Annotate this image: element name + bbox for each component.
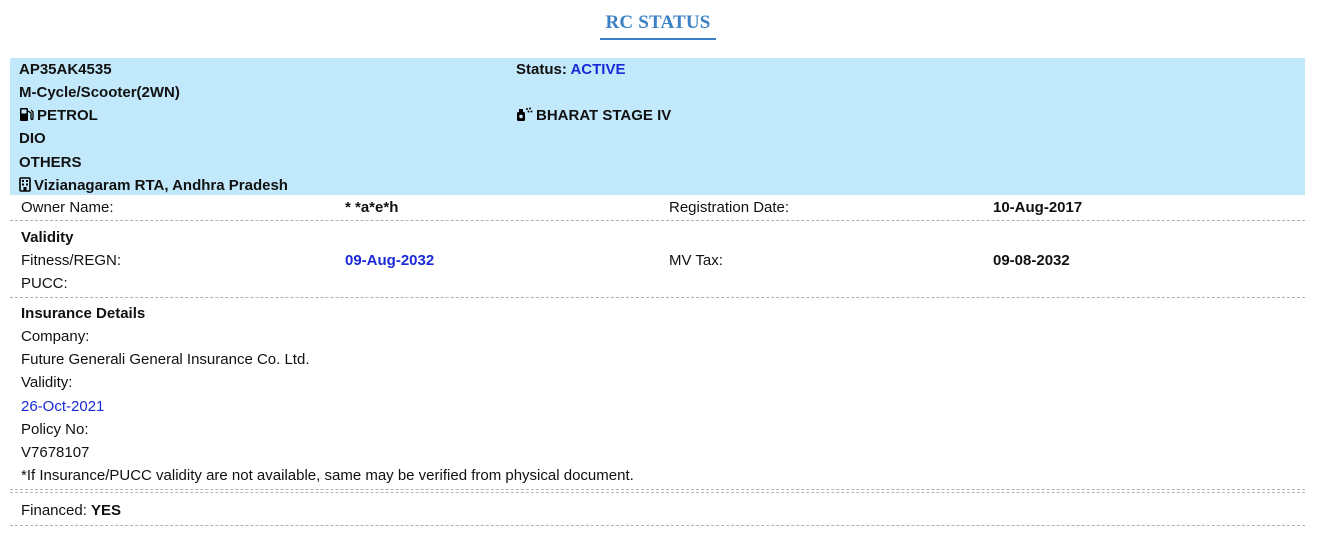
financed-line: Financed: YES xyxy=(21,502,121,520)
fitness-value: 09-Aug-2032 xyxy=(345,252,435,269)
rto-name: Vizianagaram RTA, Andhra Pradesh xyxy=(34,177,288,194)
vehicle-model: DIO xyxy=(19,130,46,147)
insurance-heading: Insurance Details xyxy=(21,305,146,322)
registration-date-value: 10-Aug-2017 xyxy=(993,199,1083,216)
vehicle-summary-banner: AP35AK4535 Status: ACTIVE M-Cycle/Scoote… xyxy=(10,58,1305,195)
emission-line: BHARAT STAGE IV xyxy=(516,107,671,127)
emission-norm: BHARAT STAGE IV xyxy=(536,107,672,124)
policy-number-label: Policy No: xyxy=(21,421,89,438)
registration-number: AP35AK4535 xyxy=(19,61,112,78)
owner-name-label: Owner Name: xyxy=(21,199,114,216)
vehicle-class: M-Cycle/Scooter(2WN) xyxy=(19,84,180,101)
divider xyxy=(10,220,1305,221)
owner-name-value: * *a*e*h xyxy=(345,199,399,216)
insurance-validity-value: 26-Oct-2021 xyxy=(21,398,105,415)
financed-value: YES xyxy=(91,502,122,519)
fuel-type: PETROL xyxy=(37,107,98,124)
insurance-company-value: Future Generali General Insurance Co. Lt… xyxy=(21,351,310,368)
policy-number-value: V7678107 xyxy=(21,444,90,461)
status-label: Status: xyxy=(516,61,567,78)
page-header: RC STATUS xyxy=(0,12,1316,40)
mv-tax-value: 09-08-2032 xyxy=(993,252,1070,269)
fuel-pump-icon xyxy=(19,107,34,127)
divider xyxy=(10,489,1305,493)
vehicle-maker: OTHERS xyxy=(19,154,82,171)
status-badge: ACTIVE xyxy=(570,61,626,78)
divider xyxy=(10,525,1305,526)
page-title: RC STATUS xyxy=(600,12,716,40)
fitness-label: Fitness/REGN: xyxy=(21,252,122,269)
rto-line: Vizianagaram RTA, Andhra Pradesh xyxy=(19,177,288,197)
validity-heading: Validity xyxy=(21,229,74,246)
divider xyxy=(10,297,1305,298)
pucc-label: PUCC: xyxy=(21,275,68,292)
mv-tax-label: MV Tax: xyxy=(669,252,723,269)
registration-date-label: Registration Date: xyxy=(669,199,790,216)
insurance-company-label: Company: xyxy=(21,328,90,345)
status-line: Status: ACTIVE xyxy=(516,61,625,79)
building-icon xyxy=(19,177,31,197)
emission-spray-icon xyxy=(516,107,533,127)
verification-note: *If Insurance/PUCC validity are not avai… xyxy=(21,467,634,484)
fuel-line: PETROL xyxy=(19,107,98,127)
insurance-validity-label: Validity: xyxy=(21,374,73,391)
financed-label: Financed: xyxy=(21,502,87,519)
